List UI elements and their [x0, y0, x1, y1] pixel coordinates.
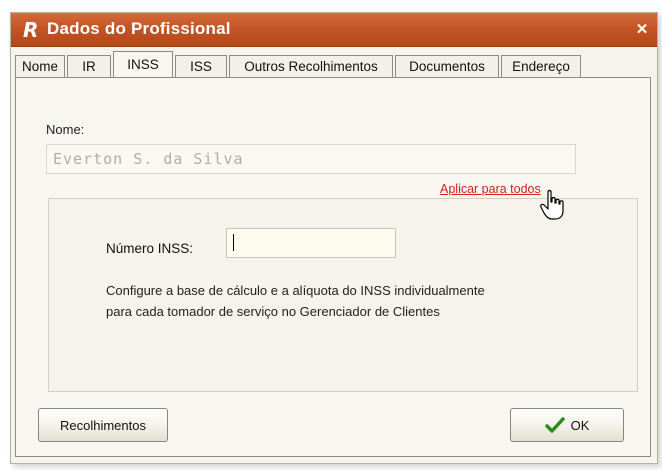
title-bar[interactable]: R Dados do Profissional ✕	[11, 13, 657, 47]
tab-nome[interactable]: Nome	[15, 55, 65, 77]
nome-label: Nome:	[46, 122, 85, 137]
r-logo-icon: R	[23, 18, 38, 42]
tab-outros-recolhimentos[interactable]: Outros Recolhimentos	[229, 55, 393, 77]
checkmark-icon	[544, 417, 565, 433]
hand-cursor-icon	[540, 189, 564, 220]
recolhimentos-button-label: Recolhimentos	[60, 417, 146, 433]
tab-panel-inss: Nome: Everton S. da Silva Aplicar para t…	[15, 77, 651, 457]
ok-button-label: OK	[570, 417, 590, 433]
close-icon[interactable]: ✕	[633, 21, 651, 39]
dialog-window: R Dados do Profissional ✕ Nome IR INSS I…	[10, 12, 658, 464]
apply-to-all-link[interactable]: Aplicar para todos	[440, 182, 541, 196]
tab-iss[interactable]: ISS	[175, 55, 227, 77]
tab-endereco[interactable]: Endereço	[501, 55, 581, 77]
tab-documentos[interactable]: Documentos	[395, 55, 499, 77]
inss-number-label: Número INSS:	[106, 241, 194, 256]
svg-text:R: R	[23, 18, 38, 42]
nome-field: Everton S. da Silva	[46, 144, 576, 174]
inss-description: Configure a base de cálculo e a alíquota…	[106, 283, 485, 319]
text-caret	[233, 234, 234, 251]
window-title: Dados do Profissional	[47, 19, 231, 38]
recolhimentos-button[interactable]: Recolhimentos	[38, 408, 168, 442]
tab-ir[interactable]: IR	[67, 55, 111, 77]
tab-bar: Nome IR INSS ISS Outros Recolhimentos Do…	[15, 51, 653, 77]
ok-button[interactable]: OK	[510, 408, 624, 442]
tab-inss[interactable]: INSS	[113, 51, 173, 77]
inss-number-input[interactable]	[226, 228, 396, 258]
